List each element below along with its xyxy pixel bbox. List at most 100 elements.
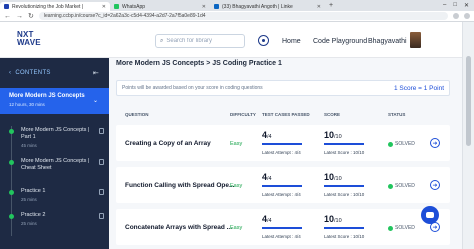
sidebar-item-cheat-sheet[interactable]: More Modern JS Concepts | Cheat Sheet bbox=[0, 153, 109, 177]
search-input[interactable] bbox=[166, 38, 237, 44]
close-tab-icon[interactable]: ✕ bbox=[317, 4, 321, 10]
latest-score: Latest Score : 10/10 bbox=[324, 192, 365, 197]
column-header-score: SCORE bbox=[324, 111, 341, 117]
score-value: 10/10 bbox=[324, 214, 342, 224]
sidebar-item-label: More Modern JS Concepts | Part 1 bbox=[21, 127, 90, 140]
search-icon: ⌕ bbox=[160, 37, 164, 44]
tests-progress-bar bbox=[262, 143, 302, 145]
table-row[interactable]: Creating a Copy of an Array Easy 4/4 Lat… bbox=[116, 125, 450, 161]
url-field[interactable]: learning.ccbp.in/course?c_id=2a62a3c-c5d… bbox=[38, 12, 448, 20]
score-progress-bar bbox=[324, 227, 364, 229]
code-icon bbox=[99, 213, 104, 219]
maximize-icon[interactable]: □ bbox=[453, 2, 457, 9]
course-duration: 12 hours, 30 mins bbox=[9, 102, 45, 107]
table-header: QUESTION DIFFICULTY TEST CASES PASSED SC… bbox=[116, 108, 450, 120]
close-window-icon[interactable]: ✕ bbox=[464, 2, 469, 9]
sidebar-item-label: Practice 2 bbox=[21, 212, 46, 218]
difficulty-label: Easy bbox=[230, 141, 243, 147]
score-conversion: 1 Score = 1 Point bbox=[393, 84, 444, 92]
tests-progress-bar bbox=[262, 185, 302, 187]
profile-icon[interactable] bbox=[464, 13, 470, 19]
page-scrollbar[interactable] bbox=[462, 22, 474, 249]
check-icon bbox=[388, 141, 393, 147]
site-favicon-icon bbox=[4, 4, 9, 9]
whatsapp-icon bbox=[114, 4, 119, 9]
column-header-tests: TEST CASES PASSED bbox=[262, 111, 310, 117]
sidebar-item-label: More Modern JS Concepts | Cheat Sheet bbox=[21, 158, 90, 171]
sidebar-item-duration: 25 mins bbox=[21, 197, 37, 202]
status-badge: SOLVED bbox=[388, 183, 415, 189]
browser-tab-2[interactable]: (33) Bhagyavathi Angoth | Linke ✕ bbox=[210, 2, 325, 11]
reload-icon[interactable]: ↻ bbox=[28, 12, 34, 20]
completed-check-icon bbox=[9, 160, 14, 165]
open-question-arrow-icon[interactable]: ➜ bbox=[430, 138, 440, 148]
tests-passed: 4/4 bbox=[262, 172, 272, 182]
forward-icon[interactable]: → bbox=[16, 13, 23, 20]
main-content: More Modern JS Concepts > JS Coding Prac… bbox=[109, 58, 462, 249]
sidebar-item-part-1[interactable]: More Modern JS Concepts | Part 1 45 mins bbox=[0, 122, 109, 153]
browser-tab-label: (33) Bhagyavathi Angoth | Linke bbox=[222, 3, 293, 10]
completed-check-icon bbox=[9, 190, 14, 195]
nav-code-playground[interactable]: Code Playground bbox=[313, 38, 367, 45]
logo-line-2: WAVE bbox=[17, 38, 41, 47]
sidebar-item-duration: 25 mins bbox=[21, 221, 37, 226]
nav-profile-name[interactable]: Bhagyavathi bbox=[368, 38, 407, 45]
new-tab-icon[interactable]: + bbox=[325, 2, 337, 9]
code-icon bbox=[99, 189, 104, 195]
nav-home[interactable]: Home bbox=[282, 38, 301, 45]
latest-attempt: Latest Attempt : 4/4 bbox=[262, 192, 301, 197]
browser-tab-bar: Revolutionizing the Job Market | ✕ Whats… bbox=[0, 0, 474, 11]
scrollbar-thumb[interactable] bbox=[466, 56, 471, 146]
streak-icon[interactable] bbox=[258, 35, 269, 46]
browser-tab-label: Revolutionizing the Job Market | bbox=[12, 3, 84, 10]
minimize-icon[interactable]: – bbox=[443, 2, 446, 9]
column-header-status: STATUS bbox=[388, 111, 406, 117]
sidebar-title: CONTENTS bbox=[15, 70, 51, 76]
tests-passed: 4/4 bbox=[262, 130, 272, 140]
chat-assistant-icon[interactable] bbox=[421, 206, 439, 224]
sidebar-item-practice-2[interactable]: Practice 2 25 mins bbox=[0, 207, 109, 231]
address-bar: ← → ↻ learning.ccbp.in/course?c_id=2a62a… bbox=[0, 11, 474, 22]
browser-tab-0[interactable]: Revolutionizing the Job Market | ✕ bbox=[0, 2, 110, 11]
window-controls: – □ ✕ bbox=[443, 2, 474, 9]
latest-attempt: Latest Attempt : 4/4 bbox=[262, 150, 301, 155]
sidebar-course-header[interactable]: More Modern JS Concepts 12 hours, 30 min… bbox=[0, 88, 109, 114]
linkedin-icon bbox=[214, 4, 219, 9]
completed-check-icon bbox=[9, 214, 14, 219]
table-row[interactable]: Function Calling with Spread Ope... Easy… bbox=[116, 167, 450, 203]
close-tab-icon[interactable]: ✕ bbox=[202, 4, 206, 10]
info-message: Points will be awarded based on your sco… bbox=[122, 85, 263, 91]
open-question-arrow-icon[interactable]: ➜ bbox=[430, 180, 440, 190]
score-info-bar: Points will be awarded based on your sco… bbox=[116, 80, 450, 96]
score-value: 10/10 bbox=[324, 172, 342, 182]
sidebar-header: ‹ CONTENTS ⇤ bbox=[0, 58, 109, 88]
table-row[interactable]: Concatenate Arrays with Spread ... Easy … bbox=[116, 209, 450, 245]
video-icon bbox=[99, 128, 104, 134]
sidebar-item-duration: 45 mins bbox=[21, 143, 37, 148]
sidebar-item-label: Practice 1 bbox=[21, 188, 46, 194]
nxtwave-logo[interactable]: NXT WAVE bbox=[17, 31, 41, 47]
close-tab-icon[interactable]: ✕ bbox=[102, 4, 106, 10]
score-value: 10/10 bbox=[324, 130, 342, 140]
question-name[interactable]: Creating a Copy of an Array bbox=[125, 140, 211, 147]
avatar[interactable] bbox=[410, 32, 421, 48]
tests-progress-bar bbox=[262, 227, 302, 229]
breadcrumb[interactable]: More Modern JS Concepts > JS Coding Prac… bbox=[116, 60, 282, 67]
site-header: NXT WAVE ⌕ Home Code Playground Bhagyava… bbox=[0, 22, 462, 58]
back-icon[interactable]: ← bbox=[4, 13, 11, 20]
search-box[interactable]: ⌕ bbox=[155, 34, 245, 48]
course-title: More Modern JS Concepts bbox=[9, 93, 85, 99]
collapse-sidebar-icon[interactable]: ⇤ bbox=[93, 69, 99, 77]
check-icon bbox=[388, 225, 393, 231]
question-name[interactable]: Function Calling with Spread Ope... bbox=[125, 182, 234, 189]
browser-tab-1[interactable]: WhatsApp ✕ bbox=[110, 2, 210, 11]
chevron-left-icon[interactable]: ‹ bbox=[9, 70, 11, 76]
status-badge: SOLVED bbox=[388, 141, 415, 147]
sidebar-item-practice-1[interactable]: Practice 1 25 mins bbox=[0, 183, 109, 207]
question-name[interactable]: Concatenate Arrays with Spread ... bbox=[125, 224, 232, 231]
latest-attempt: Latest Attempt : 4/4 bbox=[262, 234, 301, 239]
score-progress-bar bbox=[324, 185, 364, 187]
latest-score: Latest Score : 10/10 bbox=[324, 150, 365, 155]
extension-icon[interactable] bbox=[453, 13, 459, 19]
column-header-difficulty: DIFFICULTY bbox=[230, 111, 256, 117]
